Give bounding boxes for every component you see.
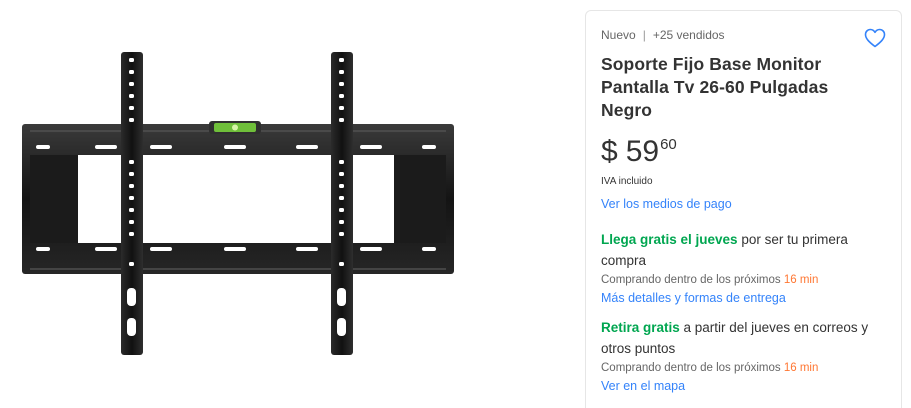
condition-label: Nuevo: [601, 28, 636, 42]
purchase-panel: Nuevo | +25 vendidos Soporte Fijo Base M…: [585, 10, 902, 408]
shipping-countdown-prefix: Comprando dentro de los próximos: [601, 274, 784, 286]
delivery-details-link[interactable]: Más detalles y formas de entrega: [601, 291, 786, 305]
map-link[interactable]: Ver en el mapa: [601, 379, 685, 393]
payment-methods-link[interactable]: Ver los medios de pago: [601, 197, 886, 211]
free-shipping-highlight: Llega gratis el jueves: [601, 232, 738, 247]
shipping-countdown-value: 16 min: [783, 274, 819, 286]
product-subtitle: Nuevo | +25 vendidos: [601, 25, 886, 45]
free-pickup-highlight: Retira gratis: [601, 320, 680, 335]
price: $ 59 60: [601, 134, 886, 170]
price-currency: $: [601, 135, 618, 168]
favorite-heart-icon[interactable]: [863, 26, 887, 50]
sold-count: +25 vendidos: [652, 28, 725, 42]
product-image-gallery[interactable]: [0, 0, 585, 408]
pickup-info: Retira gratis a partir del jueves en cor…: [601, 317, 886, 359]
pickup-countdown-value: 16 min: [783, 362, 819, 374]
price-decimals: 60: [660, 136, 677, 153]
subtitle-separator: |: [642, 28, 646, 42]
shipping-info: Llega gratis el jueves por ser tu primer…: [601, 229, 886, 271]
tv-mount-bracket-image[interactable]: [0, 0, 585, 408]
pickup-countdown: Comprando dentro de los próximos 16 min: [601, 359, 886, 377]
shipping-countdown: Comprando dentro de los próximos 16 min: [601, 271, 886, 289]
price-integer: 59: [625, 135, 660, 168]
tax-note: IVA incluido: [601, 176, 653, 187]
product-title: Soporte Fijo Base Monitor Pantalla Tv 26…: [601, 54, 829, 120]
pickup-countdown-prefix: Comprando dentro de los próximos: [601, 362, 784, 374]
